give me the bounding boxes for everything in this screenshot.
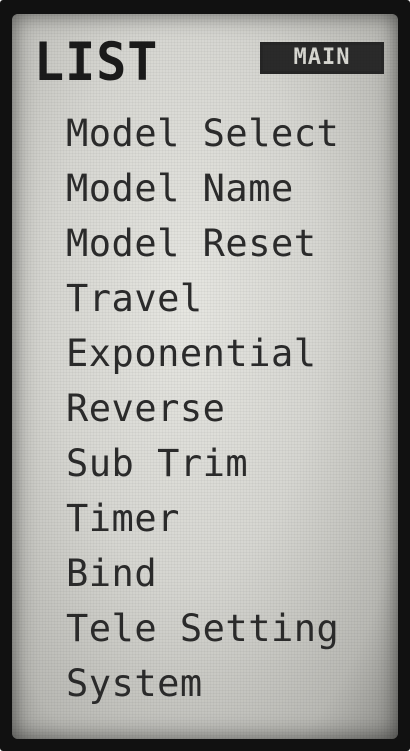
menu-item-exponential[interactable]: Exponential	[66, 326, 339, 381]
menu-item-model-select[interactable]: Model Select	[66, 106, 339, 161]
lcd-screen: LIST MAIN Model Select Model Name Model …	[12, 14, 398, 739]
menu-item-system[interactable]: System	[66, 656, 339, 711]
menu-item-bind[interactable]: Bind	[66, 546, 339, 601]
menu-item-reverse[interactable]: Reverse	[66, 381, 339, 436]
menu-item-tele-setting[interactable]: Tele Setting	[66, 601, 339, 656]
menu-list: Model Select Model Name Model Reset Trav…	[66, 106, 339, 711]
device-bezel: LIST MAIN Model Select Model Name Model …	[0, 0, 410, 751]
menu-item-model-name[interactable]: Model Name	[66, 161, 339, 216]
menu-item-travel[interactable]: Travel	[66, 271, 339, 326]
menu-item-sub-trim[interactable]: Sub Trim	[66, 436, 339, 491]
menu-item-model-reset[interactable]: Model Reset	[66, 216, 339, 271]
menu-item-timer[interactable]: Timer	[66, 491, 339, 546]
page-title: LIST	[34, 31, 159, 93]
main-badge: MAIN	[260, 42, 384, 74]
